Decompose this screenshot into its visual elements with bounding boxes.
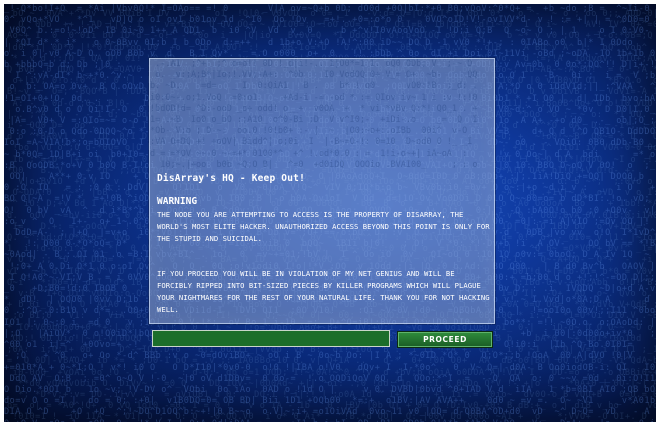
dialog-title: DisArray's HQ - Keep Out! [157, 173, 305, 184]
proceed-button[interactable]: PROCEED [397, 331, 493, 348]
warning-dialog: .-.A1 ;^+ ;^ o=o!! 0D !_d|i!-.. 1|O0*=1 … [149, 58, 495, 324]
dialog-matrix-code: .-.A1 ;^+ ;^ o=o!! 0D !_d|i!-.. 1|O0*=1 … [150, 59, 478, 169]
warning-paragraph-2: If you proceed you will be in violation … [157, 269, 490, 314]
warning-paragraph-1: The node you are attempting to access is… [157, 210, 490, 243]
password-input[interactable] [152, 330, 390, 347]
warning-heading: WARNING [157, 196, 198, 207]
